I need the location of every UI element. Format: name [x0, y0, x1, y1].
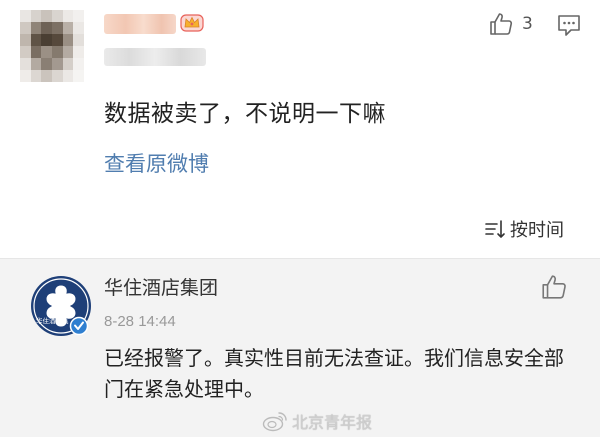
reply-card: 华住酒店集 华住酒店集团 8-28 14:44 已经报警了。真实性目前无法查证。…	[0, 258, 600, 437]
watermark: 北京青年报	[262, 409, 372, 433]
comment-text: 数据被卖了，不说明一下嘛	[104, 101, 386, 127]
watermark-text: 北京青年报	[292, 413, 373, 432]
vip-crown-icon	[180, 14, 204, 32]
reply-text: 已经报警了。真实性目前无法查证。我们信息安全部门在紧急处理中。	[104, 346, 564, 401]
username-blurred[interactable]	[104, 14, 176, 34]
thumbs-up-icon	[490, 13, 513, 35]
like-count: 3	[522, 14, 533, 34]
thumbs-up-icon[interactable]	[540, 273, 568, 301]
view-original-link[interactable]: 查看原微博	[104, 148, 209, 178]
huazhu-logo-avatar[interactable]	[30, 275, 92, 337]
avatar-logo-text: 华住酒店集	[36, 317, 69, 325]
comment-card: 3 数据被卖了，不说明一下嘛 查看原微博 按时间	[0, 0, 600, 258]
sort-icon	[485, 220, 505, 238]
reply-timestamp: 8-28 14:44	[104, 313, 176, 330]
weibo-logo-icon	[262, 412, 287, 432]
reply-comment-icon[interactable]	[556, 12, 582, 38]
reply-author-name[interactable]: 华住酒店集团	[104, 273, 218, 300]
comment-like-button[interactable]: 3	[488, 10, 533, 38]
user-avatar-blurred[interactable]	[20, 10, 84, 82]
comment-meta-blurred	[104, 48, 206, 66]
sort-label: 按时间	[510, 220, 564, 241]
sort-by-time-button[interactable]: 按时间	[484, 216, 564, 242]
